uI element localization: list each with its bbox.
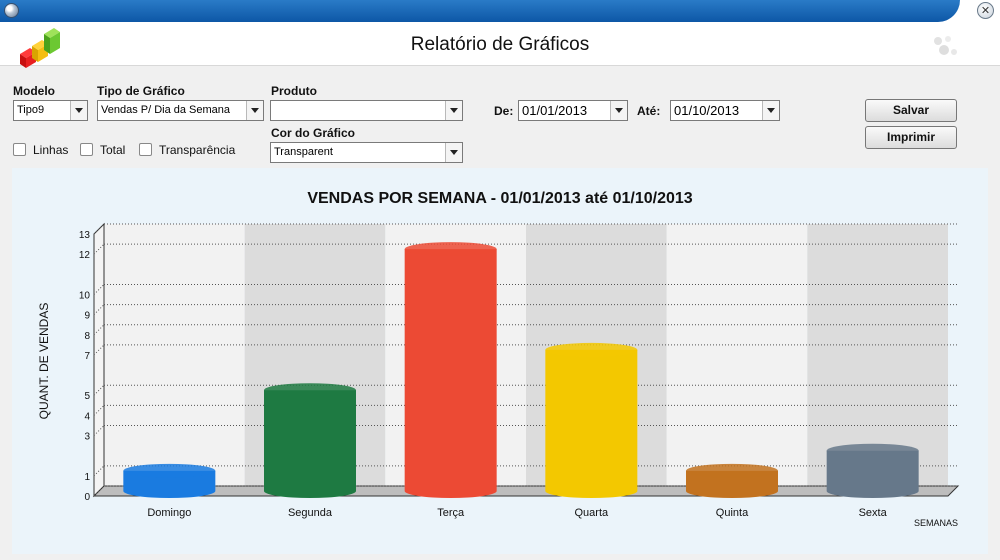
bar-chart: 01345789101213QUANT. DE VENDASSEMANASDom…	[37, 222, 960, 528]
y-tick-label: 13	[79, 230, 91, 241]
x-tick-label: Terça	[437, 507, 465, 519]
close-icon[interactable]: ✕	[977, 2, 994, 19]
transparencia-checkbox-label: Transparência	[159, 143, 236, 157]
bar-quarta	[545, 349, 638, 499]
ate-date-value: 01/10/2013	[674, 103, 740, 118]
chart-panel: VENDAS POR SEMANA - 01/01/2013 até 01/10…	[12, 168, 988, 554]
x-axis-label: SEMANAS	[914, 518, 958, 528]
y-tick-label: 7	[84, 351, 90, 362]
de-label: De:	[494, 104, 514, 118]
y-tick-label: 5	[84, 391, 90, 402]
y-tick-label: 1	[84, 472, 90, 483]
ate-label: Até:	[637, 104, 661, 118]
bar-top	[264, 383, 356, 398]
x-tick-label: Sexta	[859, 507, 888, 519]
window-titlebar: ✕	[0, 0, 1000, 22]
x-tick-label: Segunda	[288, 507, 333, 519]
total-checkbox-label: Total	[100, 143, 126, 157]
modelo-select[interactable]: Tipo9	[13, 100, 88, 121]
chart-side-wall	[93, 222, 105, 498]
imprimir-button[interactable]: Imprimir	[865, 126, 957, 149]
de-date-value: 01/01/2013	[522, 103, 588, 118]
x-tick-label: Quarta	[575, 507, 610, 519]
y-axis-label: QUANT. DE VENDAS	[37, 303, 51, 420]
y-tick-label: 3	[84, 432, 90, 443]
y-tick-label: 12	[79, 250, 91, 261]
cor-grafico-select[interactable]: Transparent	[270, 142, 463, 163]
system-menu-icon[interactable]	[4, 3, 19, 18]
salvar-button[interactable]: Salvar	[865, 99, 957, 122]
chevron-down-icon[interactable]	[246, 101, 263, 120]
modelo-label: Modelo	[13, 84, 55, 98]
chevron-down-icon[interactable]	[445, 101, 462, 120]
cor-grafico-label: Cor do Gráfico	[271, 126, 356, 140]
bar-segunda	[264, 390, 356, 498]
bar-sexta	[826, 450, 919, 499]
x-tick-label: Quinta	[716, 507, 749, 519]
bar-top	[545, 342, 638, 357]
y-tick-label: 9	[84, 311, 90, 322]
modelo-select-value: Tipo9	[17, 104, 45, 116]
bar-top	[826, 443, 919, 458]
y-tick-label: 10	[79, 290, 91, 301]
chevron-down-icon[interactable]	[610, 101, 627, 120]
report-header: Relatório de Gráficos	[0, 22, 1000, 68]
transparencia-checkbox[interactable]	[139, 143, 152, 156]
chevron-down-icon[interactable]	[445, 143, 462, 162]
linhas-checkbox-label: Linhas	[33, 143, 69, 157]
page-title: Relatório de Gráficos	[410, 34, 590, 55]
linhas-checkbox[interactable]	[13, 143, 26, 156]
y-tick-label: 4	[84, 411, 90, 422]
produto-select[interactable]	[270, 100, 463, 121]
tipo-grafico-select-value: Vendas P/ Dia da Semana	[101, 104, 231, 116]
x-tick-label: Domingo	[147, 507, 191, 519]
de-date-picker[interactable]: 01/01/2013	[518, 100, 628, 121]
bar-top	[404, 242, 497, 257]
bar-top	[123, 463, 216, 478]
chevron-down-icon[interactable]	[762, 101, 779, 120]
y-tick-label: 8	[84, 331, 90, 342]
chevron-down-icon[interactable]	[70, 101, 87, 120]
ate-date-picker[interactable]: 01/10/2013	[670, 100, 780, 121]
plot-band	[666, 224, 808, 486]
produto-label: Produto	[271, 84, 317, 98]
bar-terça	[404, 249, 497, 499]
decorative-dots-icon	[934, 36, 957, 55]
y-tick-label: 0	[84, 492, 90, 503]
tipo-grafico-label: Tipo de Gráfico	[97, 84, 185, 98]
bar-top	[686, 463, 778, 478]
tipo-grafico-select[interactable]: Vendas P/ Dia da Semana	[97, 100, 264, 121]
cor-grafico-select-value: Transparent	[274, 146, 333, 158]
total-checkbox[interactable]	[80, 143, 93, 156]
plot-band	[104, 224, 245, 486]
